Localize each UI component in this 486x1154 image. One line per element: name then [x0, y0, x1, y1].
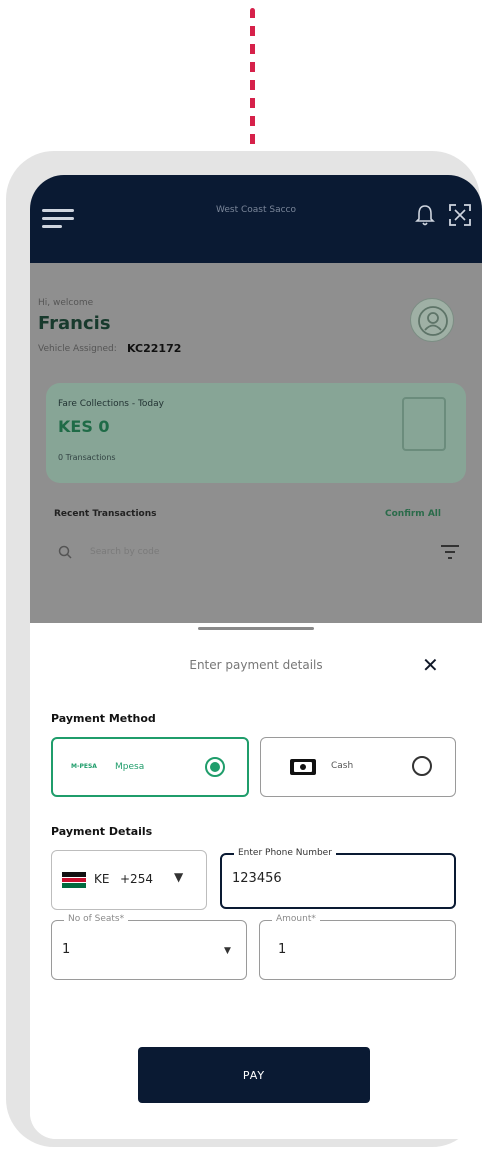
seats-legend: No of Seats*: [64, 914, 129, 924]
fare-transactions: 0 Transactions: [58, 453, 116, 462]
payment-details-label: Payment Details: [51, 825, 153, 838]
phone-screen: West Coast Sacco Hi, welcome Francis Veh…: [30, 175, 482, 1139]
chevron-down-icon: ▼: [174, 870, 184, 884]
dial-code: +254: [120, 872, 153, 886]
recent-transactions-title: Recent Transactions: [54, 509, 157, 519]
cash-icon: [290, 759, 316, 775]
fare-amount: KES 0: [58, 417, 110, 436]
close-icon[interactable]: ✕: [422, 653, 439, 677]
dashed-connector-line: [250, 8, 255, 148]
cash-option[interactable]: Cash: [260, 737, 456, 797]
confirm-all-link[interactable]: Confirm All: [385, 509, 441, 519]
app-bar: West Coast Sacco: [30, 175, 482, 263]
background-dashboard: Hi, welcome Francis Vehicle Assigned: KC…: [30, 263, 482, 623]
mpesa-option[interactable]: M-PESA Mpesa: [51, 737, 249, 797]
phone-number-input[interactable]: 123456: [232, 871, 282, 886]
avatar-icon[interactable]: [410, 298, 454, 342]
payment-method-label: Payment Method: [51, 712, 156, 725]
user-name: Francis: [38, 313, 111, 334]
drag-handle[interactable]: [198, 627, 314, 630]
mpesa-logo: M-PESA: [71, 763, 97, 770]
receipt-icon: [402, 397, 446, 451]
seats-select[interactable]: No of Seats* 1 ▼: [51, 914, 247, 980]
vehicle-label: Vehicle Assigned:: [38, 344, 117, 354]
search-icon: [58, 545, 72, 559]
mpesa-radio[interactable]: [205, 757, 225, 777]
amount-field[interactable]: Amount* 1: [259, 914, 456, 980]
greeting-text: Hi, welcome: [38, 298, 94, 308]
vehicle-number: KC22172: [127, 342, 182, 355]
chevron-down-icon: ▼: [224, 946, 231, 956]
filter-icon[interactable]: [440, 543, 460, 561]
mpesa-label: Mpesa: [115, 762, 145, 772]
bell-icon[interactable]: [414, 203, 436, 227]
country-code-select[interactable]: KE +254 ▼: [51, 850, 207, 910]
phone-number-field[interactable]: Enter Phone Number 123456: [220, 848, 456, 909]
pay-button[interactable]: PAY: [138, 1047, 370, 1103]
kenya-flag-icon: [62, 872, 86, 888]
amount-input[interactable]: 1: [278, 942, 286, 957]
phone-number-legend: Enter Phone Number: [234, 848, 336, 858]
search-input[interactable]: Search by code: [90, 547, 159, 557]
fare-title: Fare Collections - Today: [58, 399, 164, 409]
sheet-title: Enter payment details: [189, 658, 323, 672]
country-code: KE: [94, 872, 110, 886]
cash-radio[interactable]: [412, 756, 432, 776]
scan-icon[interactable]: [448, 203, 472, 227]
fare-collections-card: Fare Collections - Today KES 0 0 Transac…: [46, 383, 466, 483]
seats-value: 1: [62, 942, 71, 957]
cash-label: Cash: [331, 761, 354, 771]
amount-legend: Amount*: [272, 914, 320, 924]
